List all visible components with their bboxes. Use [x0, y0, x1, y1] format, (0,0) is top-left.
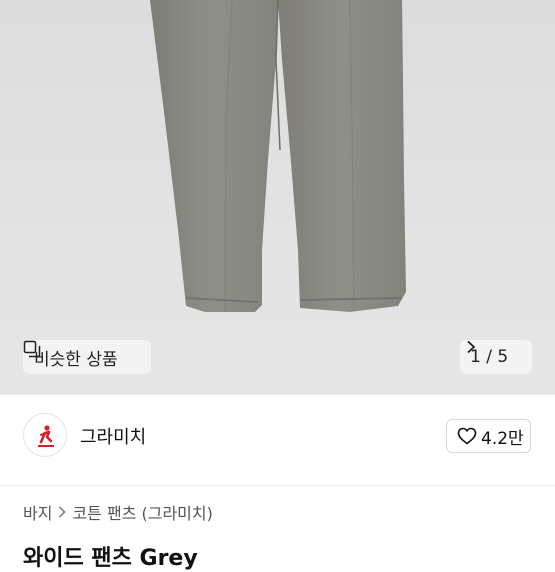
breadcrumb-item-cotton-pants[interactable]: 코튼 팬츠 (그라미치) — [72, 500, 212, 524]
product-title: 와이드 팬츠 Grey — [23, 546, 198, 571]
similar-products-button[interactable]: 비슷한 상품 — [23, 340, 151, 374]
breadcrumb: 바지 코튼 팬츠 (그라미치) — [23, 500, 213, 524]
similar-products-label: 비슷한 상품 — [34, 349, 118, 370]
image-page-indicator[interactable]: 1 / 5 — [460, 340, 532, 374]
chevron-right-icon — [467, 340, 476, 354]
copy-icon — [23, 340, 41, 358]
shop-logo-icon — [38, 425, 54, 447]
pants-image — [150, 0, 406, 312]
like-button[interactable]: 4.2만 — [446, 419, 531, 453]
shop-avatar[interactable] — [23, 413, 67, 457]
chevron-right-icon — [59, 506, 67, 518]
shop-info-row: 그라미치 4.2만 — [0, 395, 555, 485]
breadcrumb-item-pants[interactable]: 바지 — [23, 500, 52, 524]
shop-name[interactable]: 그라미치 — [80, 423, 146, 449]
like-count: 4.2만 — [481, 428, 524, 449]
section-divider — [0, 485, 555, 486]
product-image[interactable]: 비슷한 상품 1 / 5 — [0, 0, 555, 395]
heart-icon — [457, 427, 477, 445]
